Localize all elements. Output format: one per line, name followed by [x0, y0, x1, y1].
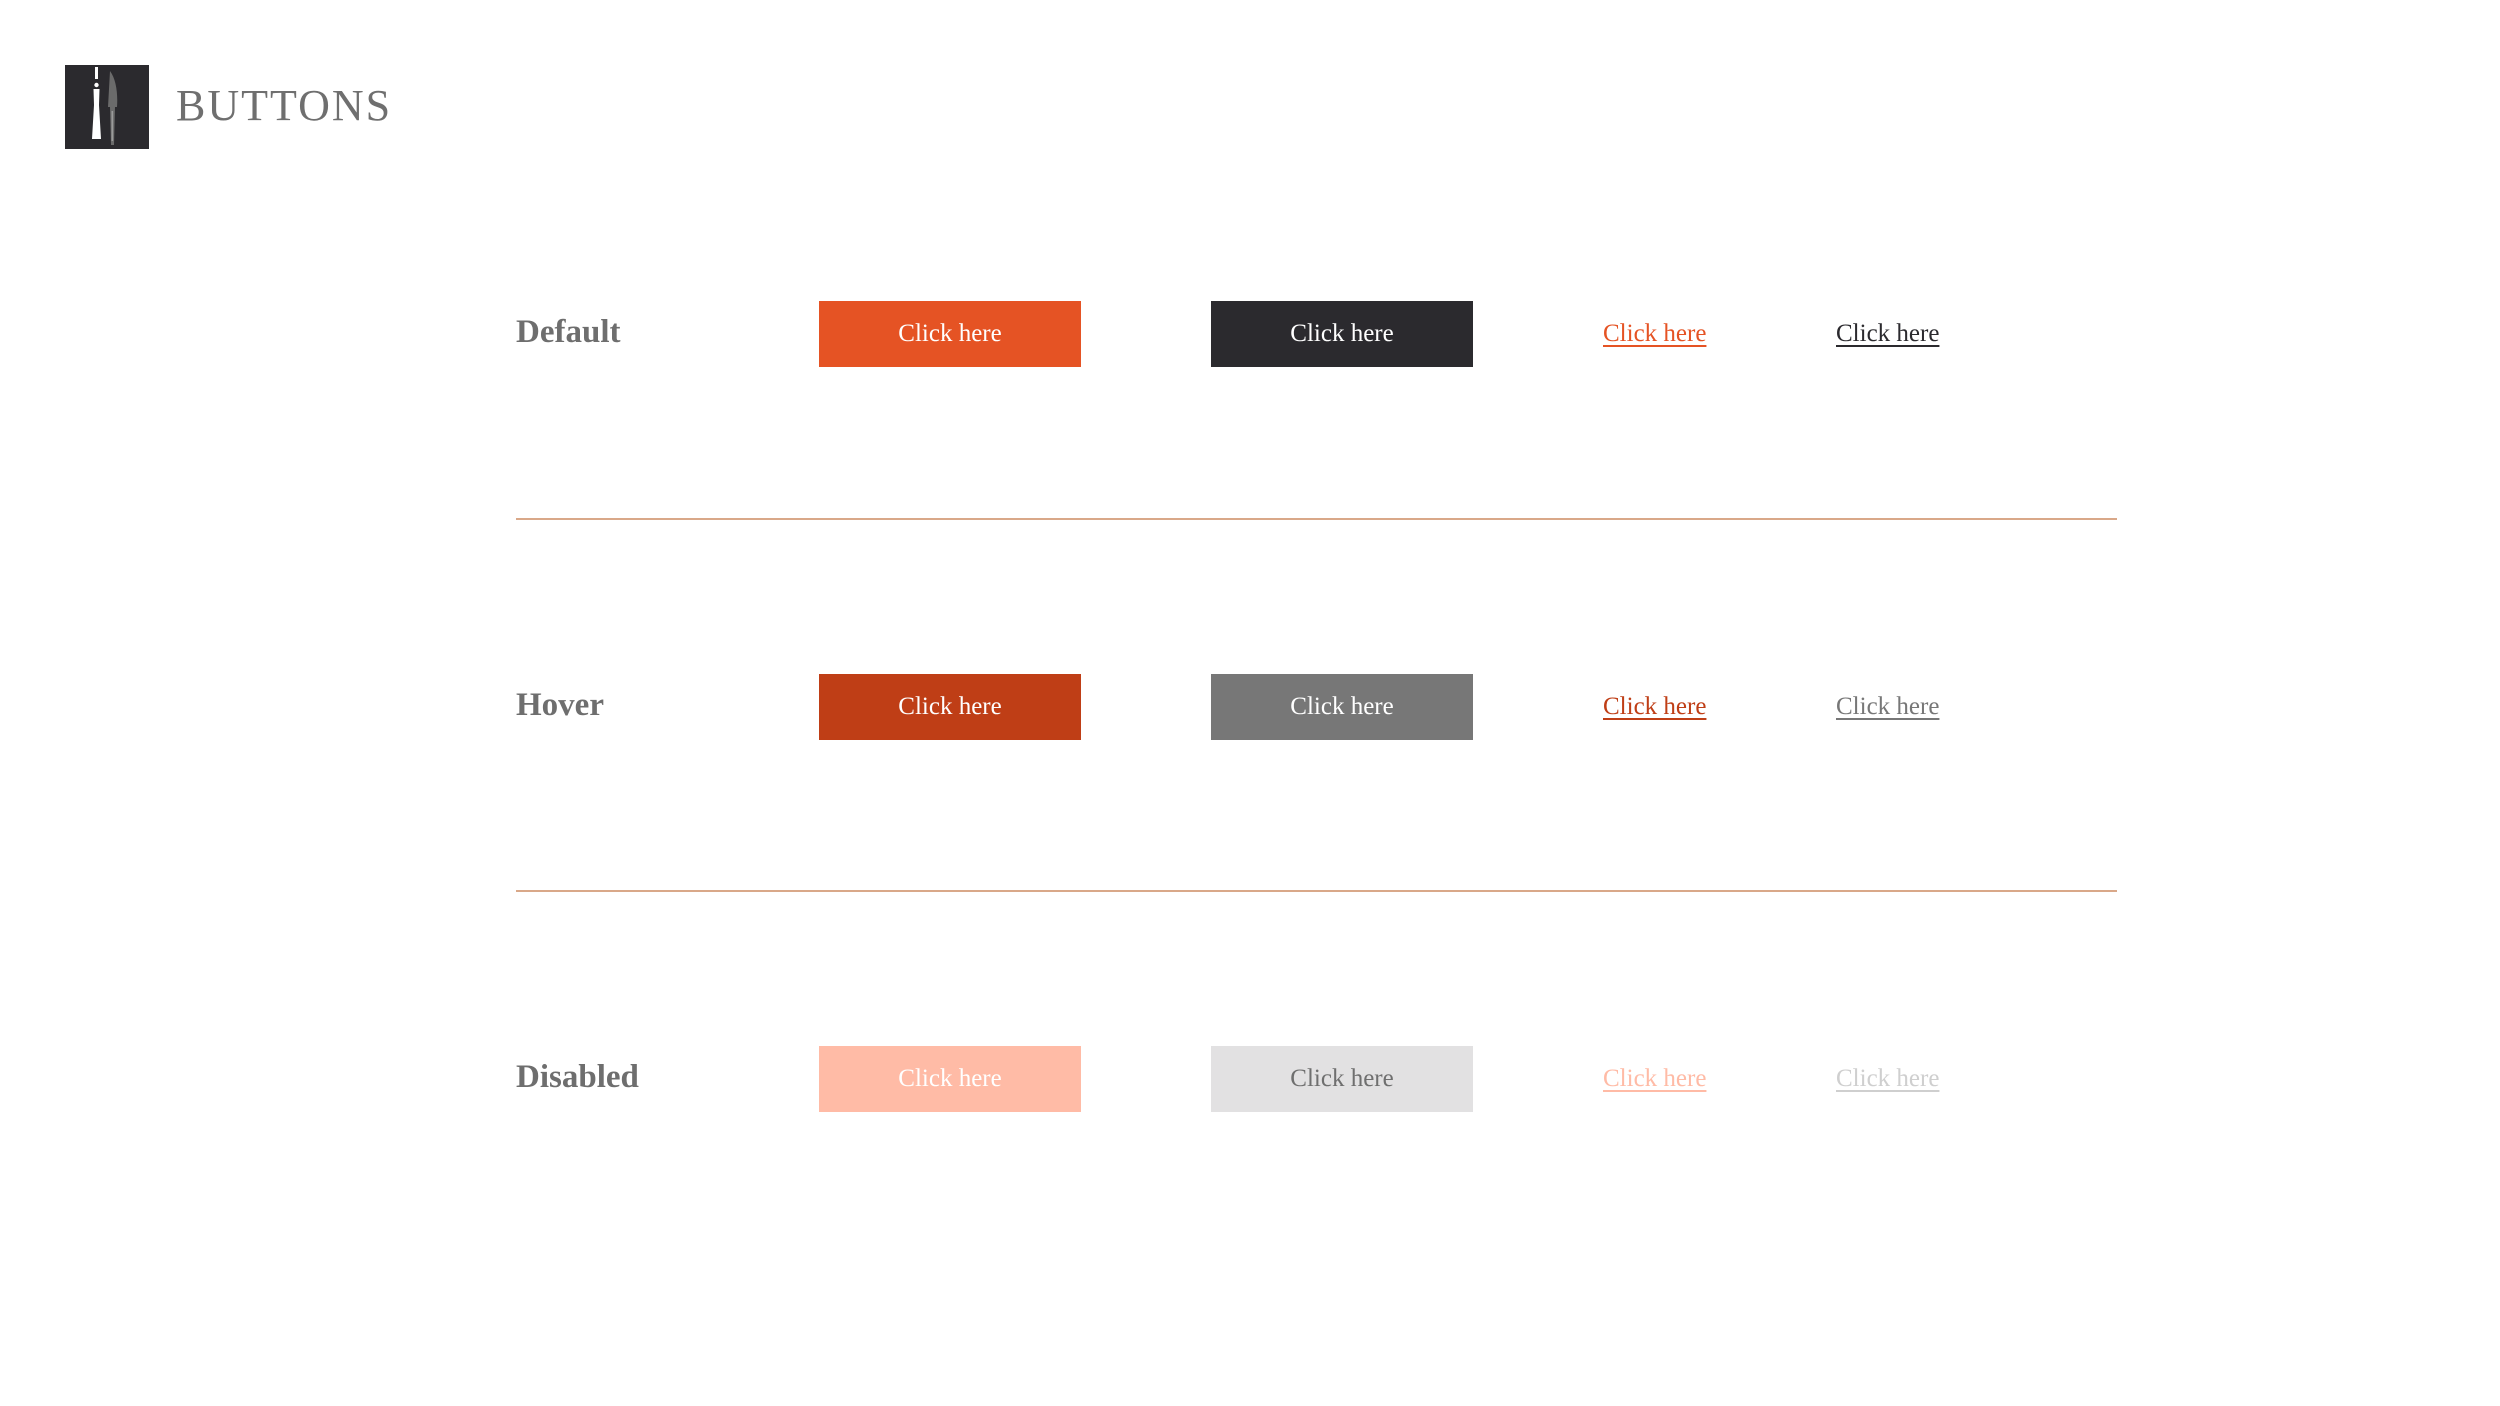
- divider: [516, 518, 2117, 520]
- secondary-button-hover[interactable]: Click here: [1211, 674, 1473, 740]
- primary-link-default[interactable]: Click here: [1603, 301, 1706, 367]
- row-label-default: Default: [516, 314, 621, 350]
- primary-link-disabled: Click here: [1603, 1065, 1707, 1092]
- primary-button-disabled: Click here: [819, 1046, 1081, 1112]
- primary-button-hover[interactable]: Click here: [819, 674, 1081, 740]
- logo-svg: [65, 65, 149, 149]
- secondary-button-default[interactable]: Click here: [1211, 301, 1473, 367]
- secondary-button-disabled: Click here: [1211, 1046, 1473, 1112]
- primary-button-default[interactable]: Click here: [819, 301, 1081, 367]
- primary-link-hover[interactable]: Click here: [1603, 674, 1706, 740]
- secondary-link-hover[interactable]: Click here: [1836, 674, 1939, 740]
- fork-knife-icon: [65, 65, 149, 149]
- row-label-disabled: Disabled: [516, 1059, 639, 1095]
- secondary-link-disabled: Click here: [1836, 1065, 1940, 1092]
- secondary-link-default[interactable]: Click here: [1836, 301, 1939, 367]
- row-label-hover: Hover: [516, 687, 604, 723]
- page-title: BUTTONS: [176, 81, 393, 130]
- divider: [516, 890, 2117, 892]
